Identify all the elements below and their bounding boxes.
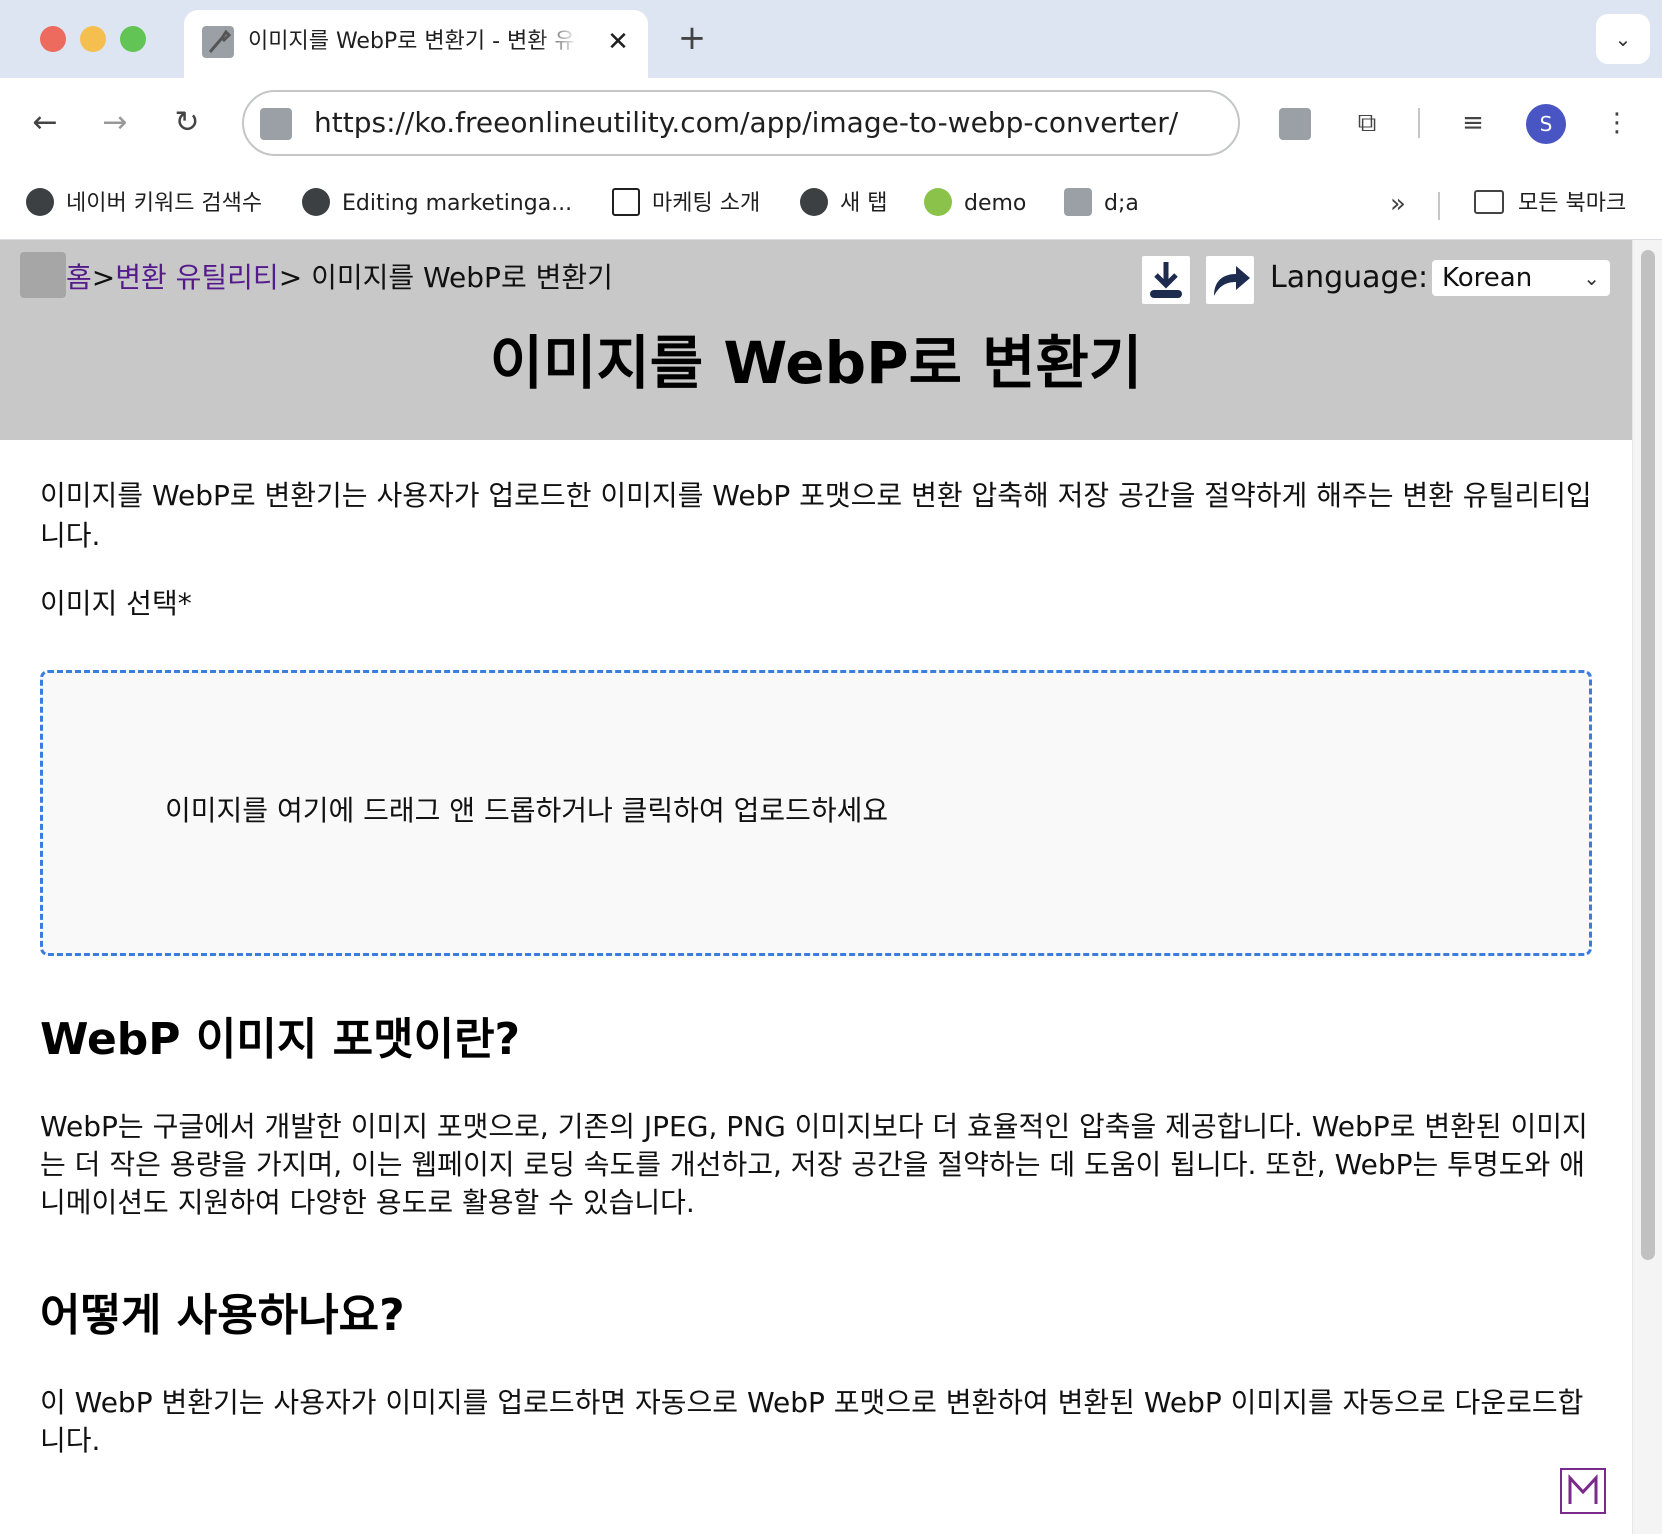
folder-icon (1474, 190, 1504, 214)
globe-icon (800, 188, 828, 216)
bookmark-item[interactable]: 마케팅 소개 (612, 184, 760, 224)
page-title: 이미지를 WebP로 변환기 (489, 329, 1143, 397)
breadcrumb: 홈>변환 유틸리티> 이미지를 WebP로 변환기 (20, 252, 613, 302)
all-bookmarks-label: 모든 북마크 (1518, 191, 1627, 216)
bookmark-item[interactable]: Editing marketinga... (302, 184, 572, 224)
new-tab-button[interactable]: + (672, 18, 712, 58)
bookmarks-bar: 네이버 키워드 검색수 Editing marketinga... 마케팅 소개… (0, 168, 1662, 240)
bookmark-label: 새 탭 (840, 191, 888, 216)
page-viewport: 홈>변환 유틸리티> 이미지를 WebP로 변환기 Language: Kore… (0, 240, 1662, 1534)
media-controls-button[interactable]: ≡ (1450, 100, 1496, 146)
image-select-label: 이미지 선택* (40, 587, 192, 620)
page-header: 홈>변환 유틸리티> 이미지를 WebP로 변환기 Language: Kore… (0, 240, 1632, 440)
bookmark-label: 네이버 키워드 검색수 (66, 191, 263, 216)
section-body-how-to: 이 WebP 변환기는 사용자가 이미지를 업로드하면 자동으로 WebP 포맷… (40, 1386, 1584, 1457)
forward-button[interactable]: → (92, 100, 138, 146)
reload-icon: ↻ (174, 105, 200, 140)
dropzone-text: 이미지를 여기에 드래그 앤 드롭하거나 클릭하여 업로드하세요 (165, 794, 889, 827)
minimize-window-button[interactable] (80, 26, 106, 52)
puzzle-icon: ⧉ (1357, 108, 1377, 138)
page-scrollbar[interactable] (1632, 240, 1662, 1534)
address-bar[interactable]: https://ko.freeonlineutility.com/app/ima… (242, 90, 1240, 156)
profile-avatar[interactable]: S (1526, 104, 1566, 144)
bookmark-label: Editing marketinga... (342, 191, 573, 216)
section-heading-how-to: 어떻게 사용하나요? (40, 1290, 405, 1341)
tab-title: 이미지를 WebP로 변환기 - 변환 유틸리티 (248, 24, 578, 60)
bookmark-label: 마케팅 소개 (652, 191, 761, 216)
download-icon (1150, 262, 1182, 298)
share-button[interactable] (1206, 256, 1254, 304)
breadcrumb-separator: > (91, 261, 116, 294)
wrench-icon (1064, 188, 1092, 216)
reload-button[interactable]: ↻ (164, 100, 210, 146)
more-vert-icon: ⋮ (1604, 108, 1630, 138)
zoom-window-button[interactable] (120, 26, 146, 52)
toolbar-divider (1418, 108, 1420, 138)
chevron-down-icon: ⌄ (1583, 266, 1600, 290)
arrow-right-icon: → (102, 105, 128, 140)
close-window-button[interactable] (40, 26, 66, 52)
browser-window: 이미지를 WebP로 변환기 - 변환 유틸리티 ✕ + ⌄ ← → ↻ htt… (0, 0, 1662, 1534)
playlist-icon: ≡ (1462, 108, 1484, 138)
section-body-webp: WebP는 구글에서 개발한 이미지 포맷으로, 기존의 JPEG, PNG 이… (40, 1110, 1588, 1219)
breadcrumb-category-link[interactable]: 변환 유틸리티 (115, 261, 278, 294)
breadcrumb-current: 이미지를 WebP로 변환기 (302, 261, 613, 294)
bookmark-item[interactable]: demo (924, 184, 1026, 224)
bookmark-label: demo (964, 191, 1027, 216)
install-button[interactable] (1142, 256, 1190, 304)
back-button[interactable]: ← (22, 100, 68, 146)
section-heading-webp: WebP 이미지 포맷이란? (40, 1014, 521, 1065)
bookmark-item[interactable]: 새 탭 (800, 184, 887, 224)
tab-active[interactable]: 이미지를 WebP로 변환기 - 변환 유틸리티 ✕ (184, 10, 648, 78)
image-dropzone[interactable]: 이미지를 여기에 드래그 앤 드롭하거나 클릭하여 업로드하세요 (40, 670, 1592, 956)
language-select-value: Korean (1442, 263, 1533, 293)
extension-button[interactable] (1272, 100, 1318, 146)
notion-icon (612, 188, 640, 216)
breadcrumb-separator: > (278, 261, 303, 294)
extensions-menu-button[interactable]: ⧉ (1344, 100, 1390, 146)
bookmark-item[interactable]: d;a (1064, 184, 1139, 224)
browser-menu-button[interactable]: ⋮ (1594, 100, 1640, 146)
site-logo-icon[interactable] (20, 252, 66, 298)
url-text[interactable]: https://ko.freeonlineutility.com/app/ima… (314, 92, 1178, 154)
chevron-down-icon: ⌄ (1614, 27, 1632, 51)
browser-toolbar: ← → ↻ https://ko.freeonlineutility.com/a… (0, 78, 1662, 168)
bookmarks-overflow-button[interactable]: » (1378, 184, 1418, 224)
m-logo-icon (1568, 1474, 1598, 1504)
tab-search-button[interactable]: ⌄ (1596, 14, 1650, 64)
breadcrumb-home-link[interactable]: 홈 (66, 261, 92, 294)
github-icon (302, 188, 330, 216)
share-icon (1214, 266, 1250, 296)
floating-widget-button[interactable] (1560, 1468, 1606, 1514)
bookmarks-divider (1438, 192, 1440, 220)
all-bookmarks-button[interactable]: 모든 북마크 (1474, 184, 1626, 224)
demo-icon (924, 188, 952, 216)
tab-close-button[interactable]: ✕ (602, 26, 634, 58)
language-select[interactable]: Korean ⌄ (1432, 260, 1610, 296)
arrow-left-icon: ← (32, 105, 58, 140)
wrench-icon (1279, 107, 1311, 140)
scrollbar-thumb[interactable] (1641, 250, 1655, 1260)
wrench-icon (202, 26, 234, 58)
intro-text: 이미지를 WebP로 변환기는 사용자가 업로드한 이미지를 WebP 포맷으로… (40, 479, 1592, 552)
bookmark-item[interactable]: 네이버 키워드 검색수 (26, 184, 262, 224)
tab-strip: 이미지를 WebP로 변환기 - 변환 유틸리티 ✕ + ⌄ (0, 0, 1662, 78)
globe-icon (26, 188, 54, 216)
site-info-icon[interactable] (260, 108, 292, 140)
language-label: Language: (1270, 260, 1429, 295)
bookmark-label: d;a (1104, 191, 1139, 216)
